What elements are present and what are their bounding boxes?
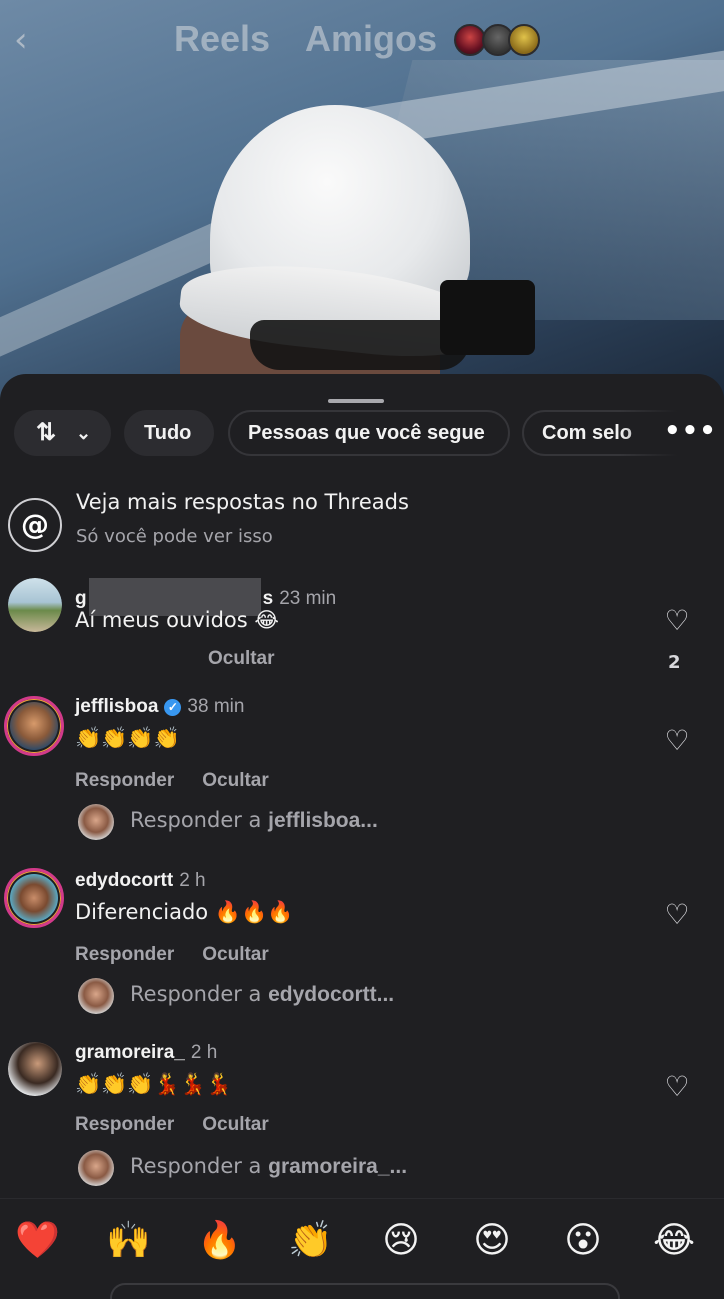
heart-icon[interactable]: ♡: [662, 1072, 692, 1102]
reply-button[interactable]: Responder: [75, 770, 174, 791]
hide-button[interactable]: Ocultar: [202, 770, 269, 791]
top-nav: ‹ Reels Amigos: [0, 0, 724, 80]
avatar: [508, 24, 540, 56]
comment-username[interactable]: jefflisboa ✓ 38 min: [75, 696, 244, 718]
avatar: [78, 804, 114, 840]
comment-text: Aí meus ouvidos 😂: [75, 608, 279, 632]
comment-time: 38 min: [187, 696, 245, 717]
filter-all[interactable]: Tudo: [124, 410, 214, 456]
surprised-emoji[interactable]: 😮: [561, 1221, 605, 1261]
comment-actions: Responder Ocultar: [75, 1114, 297, 1136]
clapping-emoji[interactable]: 👏: [288, 1221, 333, 1261]
comment-actions: Ocultar: [208, 648, 303, 670]
comments-sheet: ⇅ ⌄ Tudo Pessoas que você segue Com selo…: [0, 374, 724, 1299]
comment-item: gramoreira_ 2 h 👏👏👏💃💃💃 Responder Ocultar ♡…: [0, 1038, 724, 1198]
avatar: [78, 978, 114, 1014]
sunglasses: [250, 320, 470, 370]
sort-button[interactable]: ⇅ ⌄: [14, 410, 111, 456]
comment-username[interactable]: gramoreira_ 2 h: [75, 1042, 217, 1064]
comment-text: 👏👏👏👏: [75, 726, 180, 750]
comment-time: 2 h: [190, 1042, 218, 1063]
more-icon[interactable]: •••: [664, 416, 717, 446]
comment-actions: Responder Ocultar: [75, 770, 297, 792]
heart-icon[interactable]: ♡: [662, 606, 692, 636]
like-count: 2: [668, 652, 681, 673]
comment-time: 23 min: [279, 588, 337, 609]
drag-handle[interactable]: [328, 399, 384, 403]
comment-time: 2 h: [179, 870, 206, 891]
filter-following[interactable]: Pessoas que você segue: [228, 410, 510, 456]
tab-reels[interactable]: Reels: [174, 18, 270, 60]
reply-button[interactable]: Responder: [75, 944, 174, 965]
comment-actions: Responder Ocultar: [75, 944, 297, 966]
heart-emoji[interactable]: ❤️: [15, 1221, 60, 1261]
chevron-down-icon: ⌄: [76, 423, 92, 443]
threads-promo[interactable]: @ Veja mais respostas no Threads Só você…: [8, 488, 708, 558]
sort-icon: ⇅: [36, 419, 57, 446]
comment-username[interactable]: edydocortt 2 h: [75, 870, 206, 892]
avatar[interactable]: [4, 696, 64, 756]
threads-title: Veja mais respostas no Threads: [76, 490, 409, 514]
comment-text: Diferenciado 🔥🔥🔥: [75, 900, 294, 924]
comment-item: edydocortt 2 h Diferenciado 🔥🔥🔥 Responder…: [0, 866, 724, 1026]
crying-emoji[interactable]: 😢: [379, 1221, 423, 1261]
car-visor: [440, 280, 535, 355]
hide-button[interactable]: Ocultar: [208, 648, 275, 669]
hide-button[interactable]: Ocultar: [202, 944, 269, 965]
heart-eyes-emoji[interactable]: 😍: [470, 1221, 514, 1261]
comment-input[interactable]: [110, 1283, 620, 1299]
comment-item: g s 23 min Aí meus ouvidos 😂 Ocultar ♡ 2: [0, 574, 724, 684]
raised-hands-emoji[interactable]: 🙌: [106, 1221, 151, 1261]
tab-friends[interactable]: Amigos: [305, 18, 437, 60]
comment-text: 👏👏👏💃💃💃: [75, 1072, 232, 1096]
laughing-emoji[interactable]: 😂: [652, 1221, 696, 1261]
avatar[interactable]: [4, 868, 64, 928]
filter-bar: ⇅ ⌄ Tudo Pessoas que você segue Com selo…: [0, 410, 724, 458]
chevron-left-icon[interactable]: ‹: [14, 22, 44, 58]
emoji-reaction-bar: ❤️ 🙌 🔥 👏 😢 😍 😮 😂: [0, 1198, 724, 1299]
fire-emoji[interactable]: 🔥: [197, 1221, 242, 1261]
avatar[interactable]: [8, 1042, 62, 1096]
threads-subtitle: Só você pode ver isso: [76, 526, 273, 547]
heart-icon[interactable]: ♡: [662, 726, 692, 756]
verified-badge-icon: ✓: [164, 699, 182, 716]
threads-icon: @: [8, 498, 62, 552]
comment-item: jefflisboa ✓ 38 min 👏👏👏👏 Responder Ocultar …: [0, 692, 724, 852]
hide-button[interactable]: Ocultar: [202, 1114, 269, 1135]
avatar: [78, 1150, 114, 1186]
heart-icon[interactable]: ♡: [662, 900, 692, 930]
avatar[interactable]: [8, 578, 62, 632]
reply-button[interactable]: Responder: [75, 1114, 174, 1135]
